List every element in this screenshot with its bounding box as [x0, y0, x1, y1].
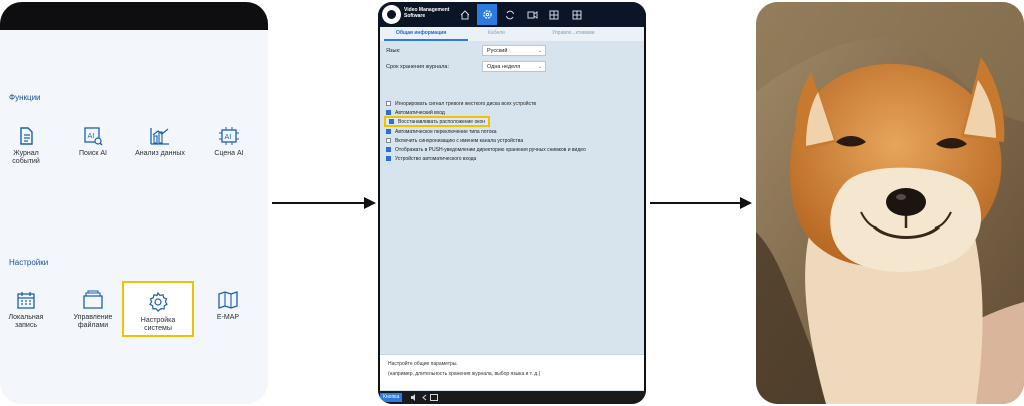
help-info-box: Настройте общие параметры. (например, дл… — [380, 354, 644, 390]
dog-illustration — [756, 2, 1024, 404]
functions-section-title: Функции — [9, 93, 41, 102]
event-log-icon — [20, 127, 33, 145]
map-icon — [218, 291, 238, 309]
language-label: Язык: — [386, 48, 401, 54]
log-retention-label: Срок хранения журнала: — [386, 64, 449, 70]
ai-search-label: Поиск AI — [79, 150, 107, 157]
settings-section-title: Настройки — [9, 258, 49, 267]
settings-tab-button[interactable] — [477, 4, 497, 25]
event-log-tile[interactable]: Журнал событий — [0, 126, 62, 167]
sync-button[interactable] — [500, 4, 520, 25]
ai-scene-tile[interactable]: AI Сцена AI — [193, 126, 265, 158]
ai-search-icon: AI — [84, 127, 103, 146]
ai-scene-icon: AI — [219, 127, 239, 145]
log-retention-value: Одна неделя — [487, 64, 521, 70]
status-bar: Кнопка — [378, 391, 646, 404]
settings-tabs: Общая информация Кабели Управле...ктивам… — [380, 27, 644, 41]
status-chip[interactable]: Кнопка — [380, 393, 403, 402]
grid-icon — [549, 10, 559, 19]
emap-label: E-MAP — [216, 314, 240, 321]
home-button[interactable] — [455, 4, 475, 25]
chevron-down-icon: ⌄ — [537, 48, 542, 54]
ai-search-tile[interactable]: AI Поиск AI — [57, 126, 129, 158]
option-restore-window-layout[interactable]: Восстанавливать расположение окон — [384, 116, 491, 127]
svg-text:AI: AI — [225, 133, 232, 141]
option-label: Включить синхронизацию с именем канала у… — [395, 137, 524, 144]
tab-assets[interactable]: Управле...ктивами — [552, 30, 595, 36]
sync-icon — [506, 10, 514, 19]
chevron-left-icon[interactable] — [421, 394, 427, 401]
gear-icon — [149, 291, 168, 312]
file-management-tile[interactable]: Управление файлами — [57, 290, 129, 331]
ai-scene-label: Сцена AI — [214, 150, 244, 157]
local-record-tile[interactable]: Локальная запись — [0, 290, 62, 331]
checkbox[interactable] — [386, 101, 391, 106]
home-icon — [460, 9, 470, 19]
active-tab-indicator — [384, 39, 468, 41]
left-panel-header-bar — [0, 2, 268, 30]
checkbox[interactable] — [386, 129, 391, 134]
tab-general[interactable]: Общая информация — [396, 30, 446, 36]
option-ignore-hdd-alarm[interactable]: Игнорировать сигнал тревоги жесткого дис… — [386, 100, 536, 107]
checkbox[interactable] — [386, 147, 391, 152]
system-settings-tile[interactable]: Настройка системы — [122, 281, 194, 337]
option-sync-channel-name[interactable]: Включить синхронизацию с именем канала у… — [386, 137, 523, 144]
chevron-down-icon: ⌄ — [537, 64, 542, 70]
grid-icon — [572, 10, 582, 19]
settings-content: Общая информация Кабели Управле...ктивам… — [380, 27, 644, 391]
svg-text:AI: AI — [88, 132, 95, 140]
smiling-dog-photo — [756, 2, 1024, 404]
data-analysis-tile[interactable]: Анализ данных — [124, 126, 196, 158]
app-title: Video Management Software — [404, 7, 450, 20]
screen-icon[interactable] — [430, 394, 438, 401]
video-button[interactable] — [522, 4, 542, 25]
log-retention-select[interactable]: Одна неделя ⌄ — [482, 61, 546, 72]
system-settings-label: Настройка системы — [140, 317, 176, 333]
arrow-right-icon — [650, 197, 752, 209]
settings-window: Video Management Software Общая информац… — [378, 2, 646, 404]
option-label: Игнорировать сигнал тревоги жесткого дис… — [395, 100, 537, 107]
folder-icon — [83, 290, 103, 309]
app-logo-icon — [382, 5, 401, 24]
language-value: Русский — [487, 48, 508, 54]
gear-icon — [482, 10, 492, 19]
left-menu-panel: Функции Журнал событий AI Поиск AI Анали… — [0, 2, 268, 404]
app-header: Video Management Software — [378, 2, 646, 27]
checkbox[interactable] — [386, 138, 391, 143]
volume-icon[interactable] — [410, 394, 418, 401]
emap-tile[interactable]: E-MAP — [192, 290, 264, 322]
checkbox[interactable] — [386, 110, 391, 115]
checkbox[interactable] — [389, 119, 394, 124]
arrow-right-icon — [272, 197, 376, 209]
option-label: Устройство автоматического входа — [395, 155, 477, 162]
event-log-label: Журнал событий — [12, 150, 40, 166]
option-label: Восстанавливать расположение окон — [398, 118, 486, 125]
layout-button[interactable] — [544, 4, 564, 25]
camera-icon — [527, 10, 537, 19]
language-select[interactable]: Русский ⌄ — [482, 45, 546, 56]
option-auto-login-device[interactable]: Устройство автоматического входа — [386, 155, 476, 162]
data-analysis-label: Анализ данных — [135, 150, 185, 157]
file-management-label: Управление файлами — [73, 314, 113, 330]
option-auto-stream-switch[interactable]: Автоматическое переключение типа потока — [386, 128, 497, 135]
calendar-icon — [17, 292, 35, 309]
option-push-storage-dir[interactable]: Отображать в PUSH-уведомлении директорию… — [386, 146, 586, 153]
option-label: Автоматическое переключение типа потока — [395, 128, 497, 135]
option-label: Автоматический вход — [395, 109, 445, 116]
checkbox[interactable] — [386, 156, 391, 161]
local-record-label: Локальная запись — [8, 314, 44, 330]
option-auto-login[interactable]: Автоматический вход — [386, 109, 445, 116]
help-text-line-1: Настройте общие параметры. — [388, 361, 458, 367]
tab-cables[interactable]: Кабели — [488, 30, 505, 36]
layout-button-2[interactable] — [567, 4, 587, 25]
help-text-line-2: (например, длительность хранения журнала… — [388, 371, 541, 377]
data-analysis-icon — [150, 128, 169, 145]
option-label: Отображать в PUSH-уведомлении директорию… — [395, 146, 586, 153]
